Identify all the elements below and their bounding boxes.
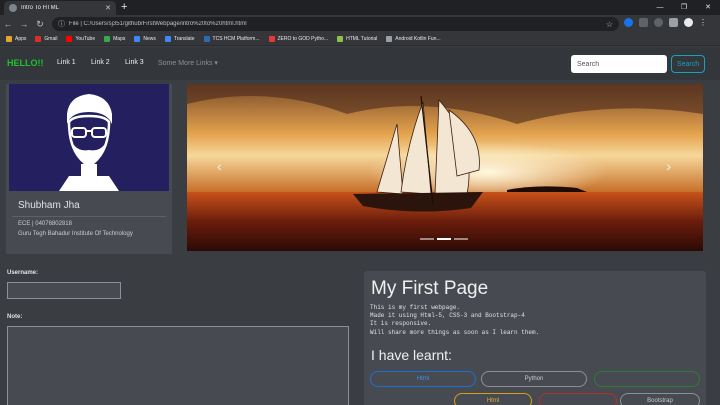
panel-line: This is my first webpage.: [370, 304, 461, 311]
nav-dropdown-label: Some More Links: [158, 60, 213, 67]
nav-link-1[interactable]: Link 1: [57, 59, 76, 66]
window-controls: — ❐ ✕: [648, 0, 720, 15]
tab-favicon-icon: [9, 4, 17, 12]
forward-icon[interactable]: →: [16, 19, 32, 29]
bookmark-item[interactable]: Android Kotlin Fun...: [386, 36, 441, 42]
carousel-indicator[interactable]: [454, 238, 468, 240]
bookmark-favicon-icon: [386, 36, 393, 42]
bookmark-star-icon[interactable]: ☆: [606, 20, 613, 29]
extension-icon[interactable]: [624, 18, 633, 27]
bookmark-favicon-icon: [268, 36, 275, 42]
reload-icon[interactable]: ↻: [32, 19, 48, 30]
tab-title: Intro To HTML: [21, 5, 59, 11]
maximize-icon[interactable]: ❐: [672, 0, 696, 15]
bookmark-item[interactable]: Maps: [104, 36, 125, 42]
search-input[interactable]: [571, 55, 667, 73]
carousel-indicator[interactable]: [437, 238, 451, 240]
bookmark-favicon-icon: [104, 36, 111, 42]
bookmark-favicon-icon: [134, 36, 141, 42]
image-carousel: ‹ ›: [187, 84, 703, 251]
bookmark-favicon-icon: [6, 36, 12, 42]
skill-pill[interactable]: [539, 393, 617, 405]
bookmark-item[interactable]: ZERO to GOD Pytho...: [268, 36, 329, 42]
extension-icon[interactable]: [639, 18, 648, 27]
panel-line: Will share more things as soon as I lear…: [370, 329, 540, 336]
profile-college: Guru Tegh Bahadur Institute Of Technolog…: [18, 231, 133, 237]
username-label: Username:: [7, 270, 39, 276]
skill-pill-html[interactable]: Html: [370, 371, 476, 387]
bookmark-label: Maps: [113, 36, 126, 42]
note-label: Note:: [7, 314, 23, 320]
skill-pill-html-2[interactable]: Html: [454, 393, 532, 405]
panel-line: Made it using Html-5, CSS-3 and Bootstra…: [370, 312, 525, 319]
bookmark-label: ZERO to GOD Pytho...: [277, 36, 329, 42]
bookmark-label: News: [143, 36, 156, 42]
profile-avatar-icon[interactable]: [684, 18, 693, 27]
window-close-icon[interactable]: ✕: [696, 0, 720, 15]
bookmark-label: Apps: [15, 36, 27, 42]
sailboat-image: [187, 84, 703, 251]
bookmark-label: Translate: [173, 36, 195, 42]
search-button[interactable]: Search: [671, 55, 705, 73]
bookmark-favicon-icon: [66, 36, 73, 42]
skill-pill-python[interactable]: Python: [481, 371, 587, 387]
panel-subtitle: I have learnt:: [371, 347, 452, 363]
bookmark-favicon-icon: [337, 36, 344, 42]
note-textarea[interactable]: [7, 326, 349, 405]
skill-pill-bootstrap[interactable]: Bootstrap: [620, 393, 700, 405]
bookmark-item[interactable]: YouTube: [66, 36, 95, 42]
minimize-icon[interactable]: —: [648, 0, 672, 15]
bookmark-item[interactable]: News: [134, 36, 156, 42]
bookmark-label: HTML Tutorial: [346, 36, 378, 42]
bookmark-item[interactable]: Translate: [164, 36, 195, 42]
profile-branch: ECE | 04076802818: [18, 221, 72, 227]
address-bar[interactable]: ⓘ File | C:/Users/sj351/github/FirstWebp…: [52, 17, 619, 31]
url-text: File | C:/Users/sj351/github/FirstWebpag…: [69, 21, 247, 27]
browser-toolbar: ← → ↻ ⓘ File | C:/Users/sj351/github/Fir…: [0, 15, 720, 33]
panel-line: It is responsive.: [370, 320, 432, 327]
web-page: HELLO!! Link 1 Link 2 Link 3 Some More L…: [0, 47, 720, 405]
bookmarks-bar: Apps Gmail YouTube Maps News Translate TCS HCM…: [0, 33, 720, 46]
info-icon[interactable]: ⓘ: [58, 19, 65, 29]
nav-link-3[interactable]: Link 3: [125, 59, 144, 66]
site-navbar: HELLO!! Link 1 Link 2 Link 3 Some More L…: [0, 47, 720, 80]
bookmark-favicon-icon: [35, 36, 42, 42]
caret-down-icon: ▾: [214, 60, 218, 67]
extension-icon[interactable]: [669, 18, 678, 27]
carousel-next-icon[interactable]: ›: [666, 158, 671, 174]
bookmark-label: TCS HCM Platform...: [212, 36, 260, 42]
bookmark-item[interactable]: Apps: [6, 36, 26, 42]
bookmark-item[interactable]: HTML Tutorial: [337, 36, 377, 42]
intro-panel: My First Page This is my first webpage. …: [364, 271, 706, 405]
menu-kebab-icon[interactable]: ⋮: [699, 18, 707, 27]
nav-link-2[interactable]: Link 2: [91, 59, 110, 66]
bookmark-favicon-icon: [203, 36, 210, 42]
profile-name: Shubham Jha: [18, 200, 80, 211]
new-tab-icon[interactable]: +: [121, 1, 127, 13]
bookmark-label: YouTube: [75, 36, 96, 42]
avatar-illustration: [59, 94, 119, 191]
extension-icon[interactable]: [654, 18, 663, 27]
bookmark-favicon-icon: [164, 36, 171, 42]
navbar-brand[interactable]: HELLO!!: [7, 58, 44, 68]
bookmark-label: Gmail: [44, 36, 58, 42]
avatar: [9, 84, 169, 191]
close-tab-icon[interactable]: ✕: [105, 5, 111, 12]
username-input[interactable]: [7, 282, 121, 299]
bookmark-item[interactable]: Gmail: [35, 36, 57, 42]
bookmark-label: Android Kotlin Fun...: [395, 36, 441, 42]
carousel-indicator[interactable]: [420, 238, 434, 240]
carousel-indicators: [420, 238, 468, 240]
browser-tab-strip: Intro To HTML ✕ + — ❐ ✕: [0, 0, 720, 15]
back-icon[interactable]: ←: [0, 19, 16, 29]
carousel-prev-icon[interactable]: ‹: [217, 158, 222, 174]
extensions: ⋮: [624, 18, 707, 27]
skill-pill[interactable]: [594, 371, 700, 387]
browser-tab[interactable]: Intro To HTML ✕: [4, 1, 116, 15]
bookmark-item[interactable]: TCS HCM Platform...: [203, 36, 260, 42]
profile-divider: [12, 216, 166, 217]
panel-title: My First Page: [371, 278, 489, 299]
nav-dropdown[interactable]: Some More Links ▾: [158, 59, 218, 67]
profile-card: Shubham Jha ECE | 04076802818 Guru Tegh …: [6, 84, 172, 254]
